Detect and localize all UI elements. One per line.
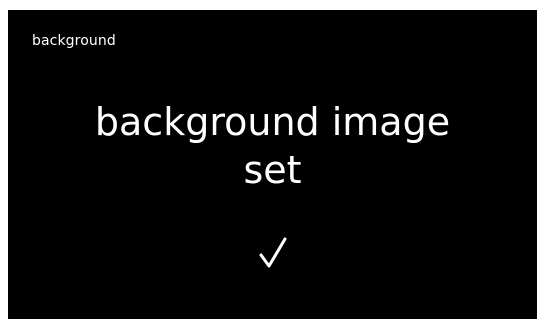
message-line-1: background image [94, 100, 451, 144]
screen-title: background [32, 33, 116, 49]
confirmation-screen: background background image set [8, 10, 537, 319]
message-line-2: set [243, 148, 302, 192]
confirmation-message: background image set [8, 98, 537, 194]
checkmark-icon [8, 236, 537, 276]
